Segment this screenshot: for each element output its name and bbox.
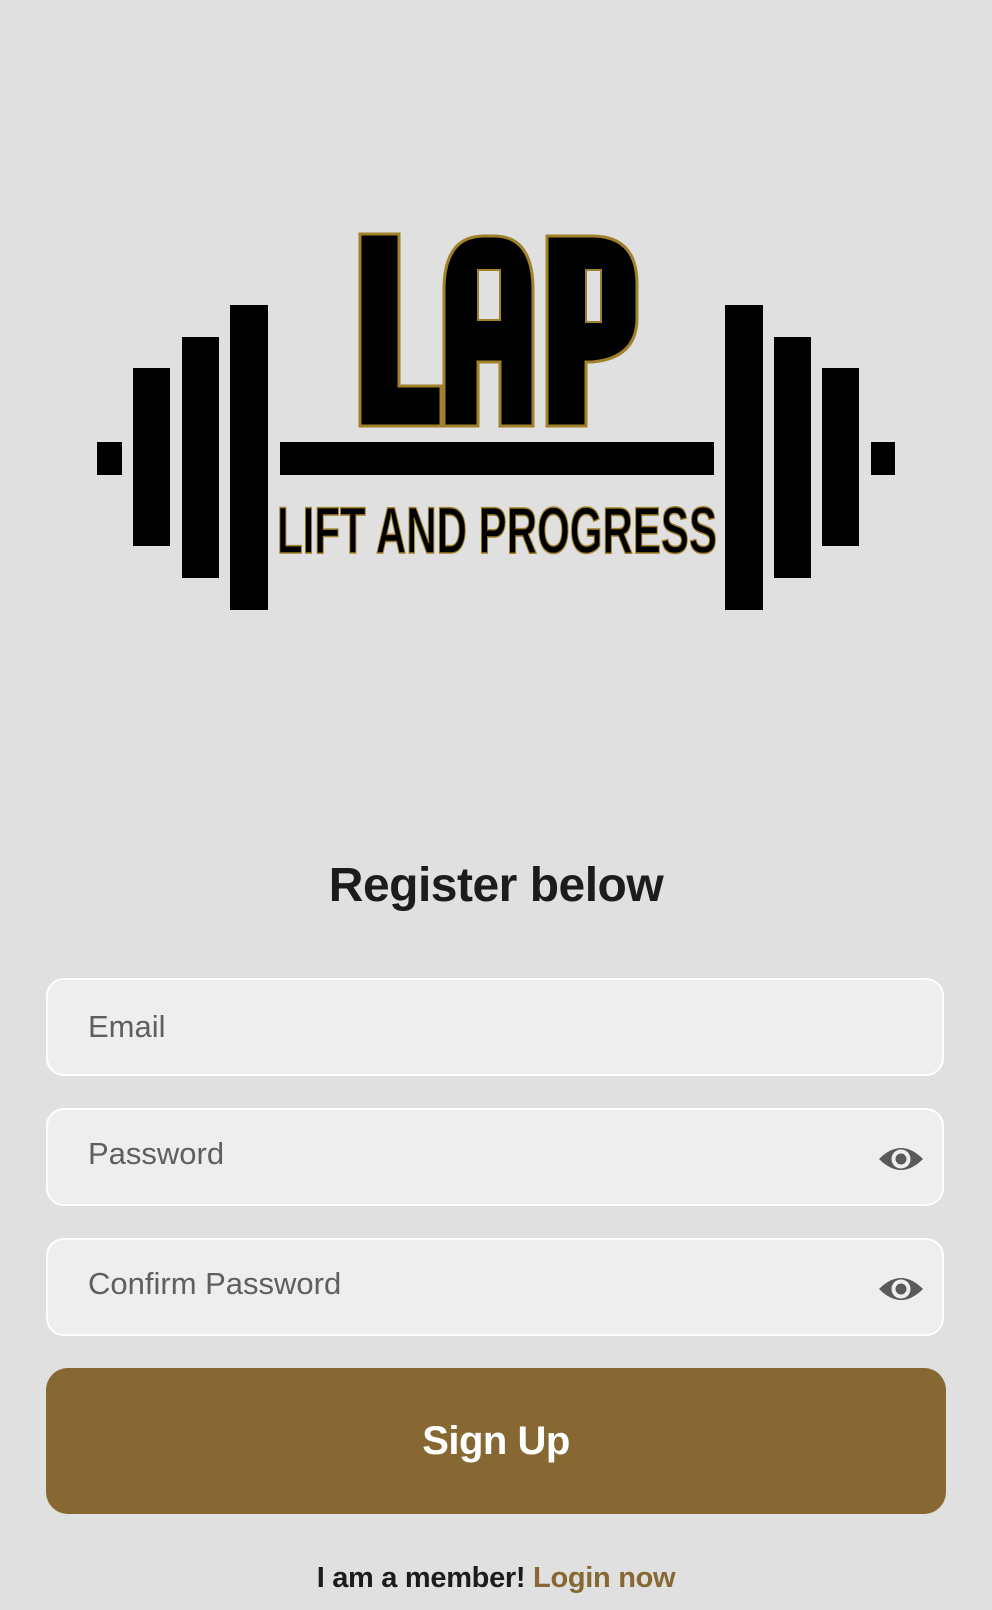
password-visibility-eye-icon[interactable] bbox=[878, 1139, 924, 1179]
login-prompt: I am a member! Login now bbox=[0, 1562, 992, 1595]
confirm-password-field-container bbox=[46, 1238, 944, 1336]
password-field[interactable] bbox=[88, 1110, 868, 1198]
confirm-password-visibility-eye-icon[interactable] bbox=[878, 1269, 924, 1309]
member-prompt-text: I am a member! bbox=[316, 1562, 526, 1594]
login-now-link[interactable]: Login now bbox=[533, 1562, 676, 1594]
confirm-password-field[interactable] bbox=[88, 1240, 868, 1328]
email-field-container bbox=[46, 978, 944, 1076]
page-title: Register below bbox=[328, 859, 664, 912]
email-field[interactable] bbox=[88, 980, 868, 1074]
barbell-icon: LIFT AND PROGRESS bbox=[97, 232, 895, 610]
sign-up-button[interactable]: Sign Up bbox=[46, 1368, 946, 1514]
app-logo: LIFT AND PROGRESS bbox=[0, 0, 992, 700]
password-field-container bbox=[46, 1108, 944, 1206]
logo-tagline: LIFT AND PROGRESS bbox=[277, 493, 717, 567]
